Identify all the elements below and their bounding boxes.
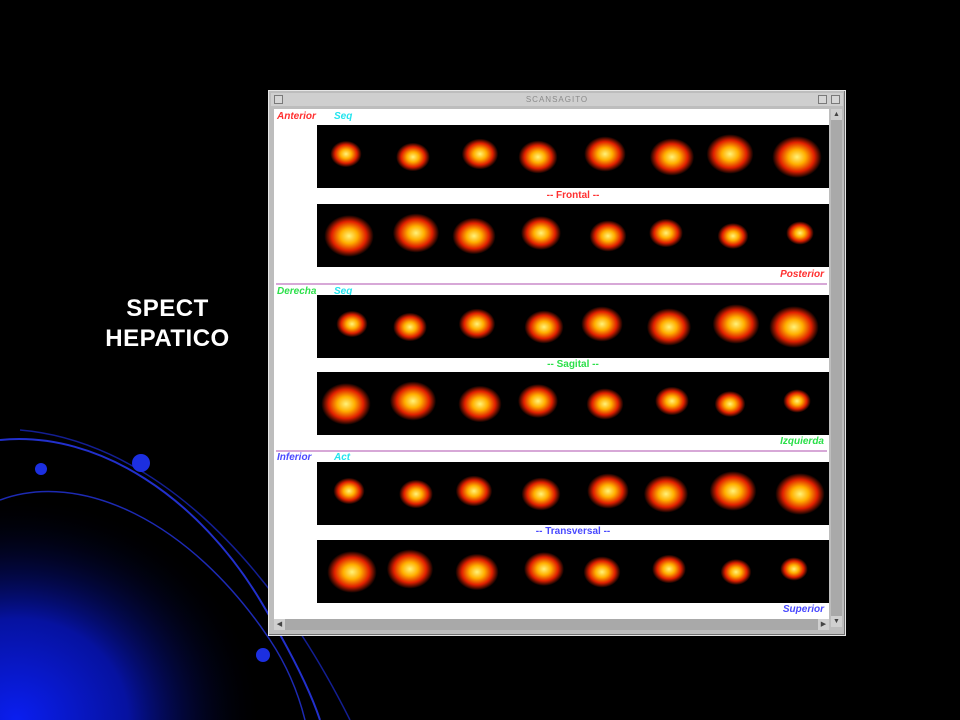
slice-thumbnail: [330, 140, 362, 168]
slice-thumbnail: [772, 136, 822, 178]
slice-thumbnail: [458, 308, 496, 340]
slide-title: SPECT HEPATICO: [80, 294, 255, 354]
slice-thumbnail: [524, 310, 564, 344]
label-inferior: Inferior: [277, 452, 312, 463]
slice-thumbnail: [336, 310, 368, 338]
scroll-right-arrow-icon[interactable]: ▶: [818, 619, 829, 630]
scroll-up-arrow-icon[interactable]: ▲: [831, 109, 842, 120]
slice-thumbnail: [455, 475, 493, 507]
slice-thumbnail: [452, 217, 496, 255]
label-posterior: Posterior: [780, 269, 824, 280]
slice-thumbnail: [396, 142, 430, 172]
slice-thumbnail: [646, 308, 692, 346]
section-divider-2: [276, 450, 827, 452]
slice-thumbnail: [717, 223, 749, 249]
window-titlebar[interactable]: SCANSAGITO: [271, 93, 843, 106]
label-derecha: Derecha: [277, 286, 317, 297]
slice-thumbnail: [587, 473, 629, 509]
image-strip-transversal-1: [317, 462, 829, 525]
scroll-down-arrow-icon[interactable]: ▼: [831, 616, 842, 627]
image-panel: Anterior Seq -- Frontal -- Posterior Der…: [274, 109, 829, 627]
slice-thumbnail: [649, 218, 683, 248]
slice-thumbnail: [655, 386, 689, 416]
slide-title-line1: SPECT: [126, 295, 209, 322]
label-superior: Superior: [782, 604, 824, 615]
slice-thumbnail: [521, 477, 561, 511]
slice-thumbnail: [321, 383, 371, 425]
label-transversal: -- Transversal --: [535, 526, 611, 537]
section-divider-1: [276, 283, 827, 285]
slide-title-line2: HEPATICO: [105, 325, 230, 352]
slice-thumbnail: [583, 556, 621, 588]
slice-thumbnail: [386, 549, 434, 589]
window-zoom-box[interactable]: [818, 95, 827, 104]
slice-thumbnail: [649, 138, 695, 176]
scroll-left-arrow-icon[interactable]: ◀: [274, 619, 285, 630]
label-izquierda: Izquierda: [780, 436, 824, 447]
slice-thumbnail: [327, 551, 377, 593]
slice-thumbnail: [720, 559, 752, 585]
slice-thumbnail: [712, 304, 760, 344]
vertical-scrollbar[interactable]: ▲ ▼: [831, 109, 842, 627]
slice-thumbnail: [517, 384, 559, 418]
image-strip-transversal-2: [317, 540, 829, 603]
slice-thumbnail: [652, 554, 686, 584]
slice-thumbnail: [714, 391, 746, 417]
image-strip-frontal-2: [317, 204, 829, 267]
slice-thumbnail: [399, 479, 433, 509]
label-anterior: Anterior: [277, 111, 316, 122]
horizontal-scrollbar[interactable]: ◀ ▶: [274, 619, 829, 630]
slice-thumbnail: [461, 138, 499, 170]
label-sagital: -- Sagital --: [547, 359, 599, 370]
slice-thumbnail: [589, 220, 627, 252]
image-strip-frontal-1: [317, 125, 829, 188]
slice-thumbnail: [769, 306, 819, 348]
slice-thumbnail: [584, 136, 626, 172]
slice-thumbnail: [643, 475, 689, 513]
image-strip-sagital-1: [317, 295, 829, 358]
slice-thumbnail: [783, 389, 811, 413]
slice-thumbnail: [520, 216, 562, 250]
slice-thumbnail: [709, 471, 757, 511]
slice-thumbnail: [518, 140, 558, 174]
slice-thumbnail: [586, 388, 624, 420]
slice-thumbnail: [392, 213, 440, 253]
label-seq-1: Seq: [334, 111, 353, 122]
slice-thumbnail: [780, 557, 808, 581]
window-title: SCANSAGITO: [525, 95, 589, 104]
window-collapse-box[interactable]: [831, 95, 840, 104]
slice-thumbnail: [706, 134, 754, 174]
slice-thumbnail: [581, 306, 623, 342]
image-strip-sagital-2: [317, 372, 829, 435]
slice-thumbnail: [458, 385, 502, 423]
slice-thumbnail: [523, 552, 565, 586]
slice-thumbnail: [333, 477, 365, 505]
slice-thumbnail: [324, 215, 374, 257]
slice-thumbnail: [393, 312, 427, 342]
slice-thumbnail: [455, 553, 499, 591]
slice-thumbnail: [786, 221, 814, 245]
slice-thumbnail: [389, 381, 437, 421]
spect-viewer-window: SCANSAGITO Anterior Seq -- Frontal -- Po…: [268, 90, 846, 636]
label-frontal: -- Frontal --: [546, 190, 600, 201]
slice-thumbnail: [775, 473, 825, 515]
